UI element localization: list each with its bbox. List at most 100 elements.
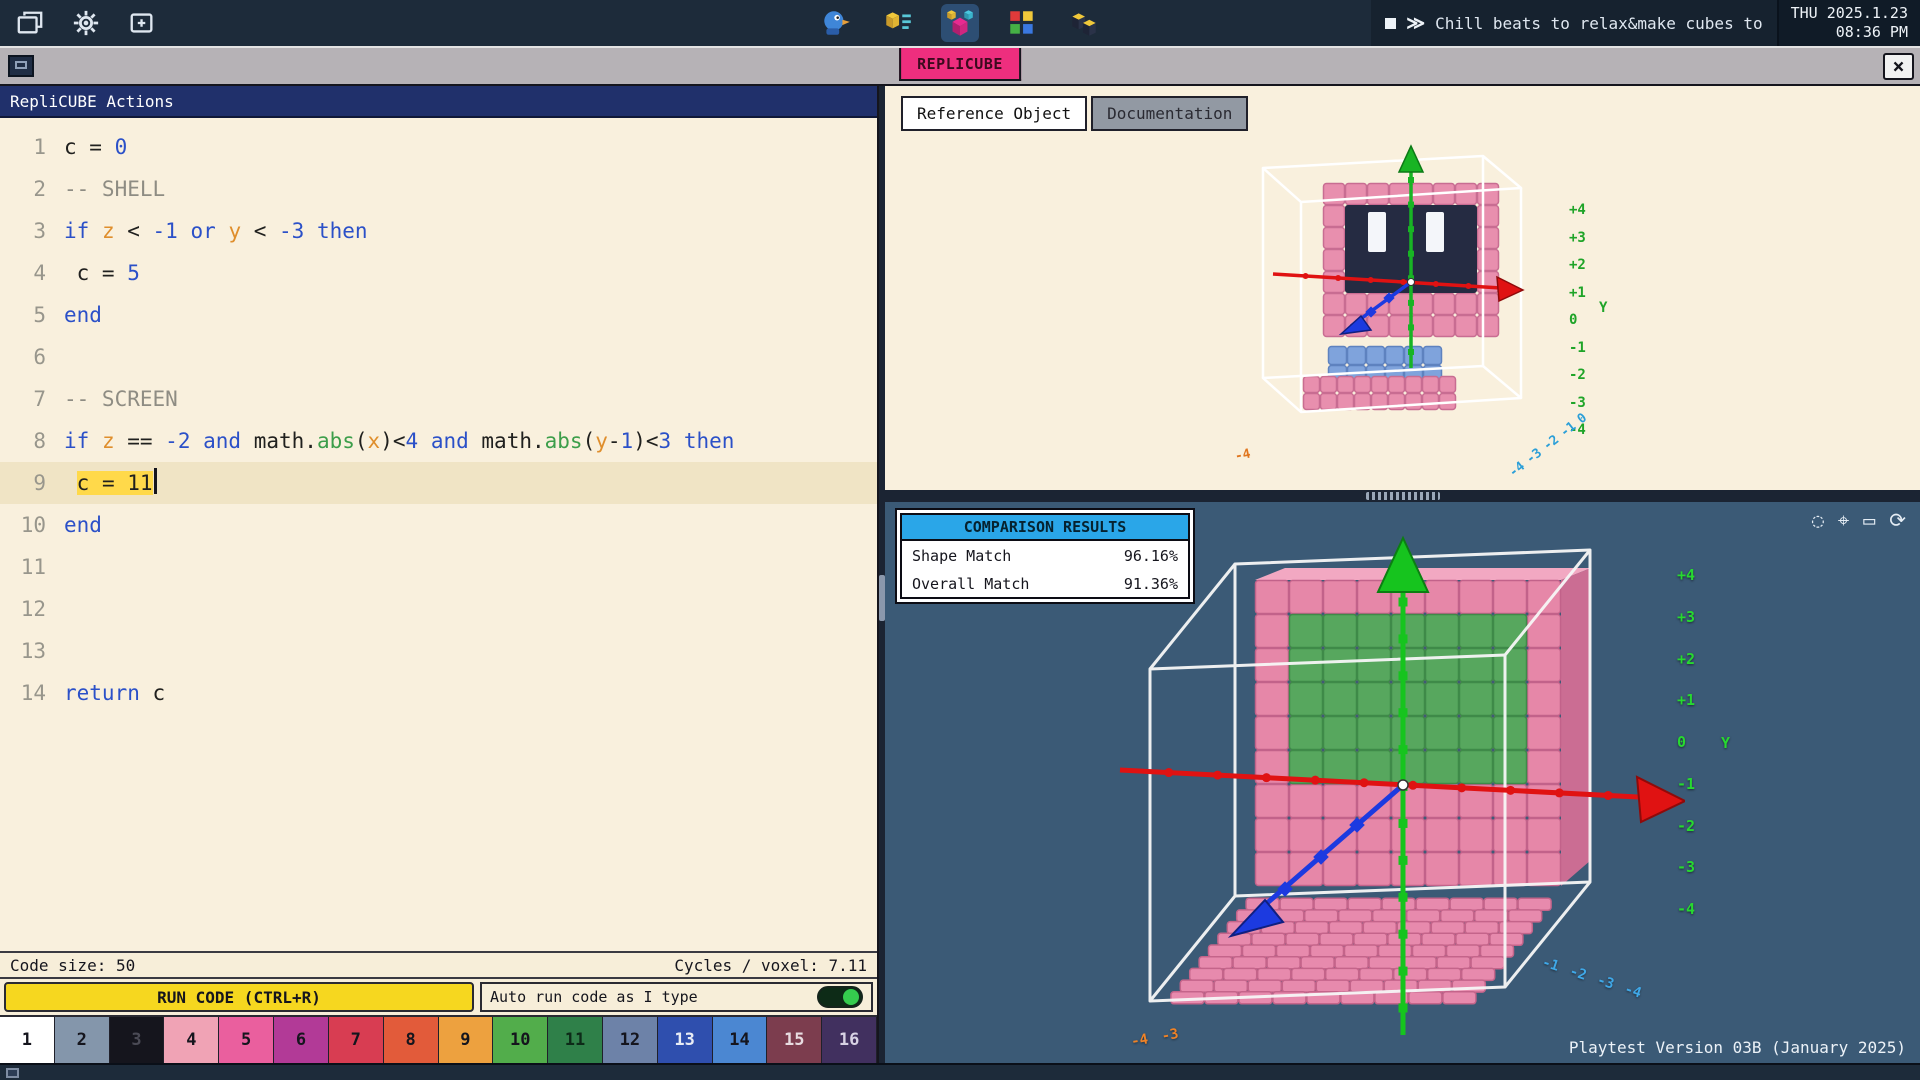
axis-tick: +1	[1569, 285, 1586, 301]
palette-color-9[interactable]: 9	[439, 1017, 494, 1063]
right-column: Reference ObjectDocumentation	[885, 86, 1920, 1063]
line-number: 7	[0, 378, 46, 420]
comparison-row: Overall Match 91.36%	[902, 569, 1188, 597]
code-line[interactable]: 1 c = 0	[0, 126, 877, 168]
code-line[interactable]: 7 -- SCREEN	[0, 378, 877, 420]
code-text: end	[64, 504, 102, 546]
splitter-grip[interactable]	[1366, 492, 1440, 500]
palette-color-10[interactable]: 10	[493, 1017, 548, 1063]
code-line[interactable]: 14return c	[0, 672, 877, 714]
x-axis-ticks: -4	[1234, 447, 1252, 465]
line-number: 1	[0, 126, 46, 168]
color-palette: 12345678910111213141516	[0, 1015, 877, 1063]
current-level-icon[interactable]	[941, 4, 979, 42]
new-window-icon[interactable]	[126, 7, 158, 39]
palette-color-11[interactable]: 11	[548, 1017, 603, 1063]
axis-tick: -4	[1130, 1031, 1149, 1050]
tab-reference-object[interactable]: Reference Object	[901, 96, 1087, 131]
skip-icon[interactable]: ≫	[1406, 13, 1425, 34]
multiplayer-cubes-icon[interactable]	[1065, 4, 1103, 42]
tab-documentation[interactable]: Documentation	[1091, 96, 1248, 131]
reference-3d-view[interactable]	[1203, 138, 1583, 483]
code-line[interactable]: 6	[0, 336, 877, 378]
code-text: c = 0	[64, 126, 127, 168]
comparison-value: 91.36%	[1124, 575, 1178, 593]
code-line[interactable]: 10end	[0, 504, 877, 546]
version-label: Playtest Version 03B (January 2025)	[1569, 1038, 1906, 1057]
palette-grid-icon[interactable]	[1003, 4, 1041, 42]
palette-color-1[interactable]: 1	[0, 1017, 55, 1063]
editor-footer: Code size: 50 Cycles / voxel: 7.11	[0, 951, 877, 979]
run-code-button[interactable]: RUN CODE (CTRL+R)	[4, 982, 474, 1012]
stop-icon[interactable]	[1385, 18, 1396, 29]
code-line[interactable]: 11	[0, 546, 877, 588]
line-number: 13	[0, 630, 46, 672]
palette-color-6[interactable]: 6	[274, 1017, 329, 1063]
axis-tick: +2	[1569, 257, 1586, 273]
code-line[interactable]: 8if z == -2 and math.abs(x)<4 and math.a…	[0, 420, 877, 462]
palette-color-16[interactable]: 16	[822, 1017, 877, 1063]
comparison-label: Overall Match	[912, 575, 1029, 593]
palette-color-12[interactable]: 12	[603, 1017, 658, 1063]
code-text: c = 5	[64, 252, 140, 294]
rotate-view-icon[interactable]: ⟳	[1889, 508, 1906, 532]
window-menu-icon[interactable]	[8, 55, 34, 77]
line-number: 5	[0, 294, 46, 336]
code-line[interactable]: 5 end	[0, 294, 877, 336]
comparison-value: 96.16%	[1124, 547, 1178, 565]
app-tab-replicube[interactable]: REPLICUBE	[899, 48, 1021, 81]
comparison-row: Shape Match96.16%	[902, 541, 1188, 569]
code-editor[interactable]: 1 c = 02-- SHELL3if z < -1 or y < -3 then…	[0, 118, 877, 951]
clock: THU 2025.1.23 08:36 PM	[1777, 0, 1920, 46]
mascot-icon[interactable]	[817, 4, 855, 42]
palette-color-13[interactable]: 13	[658, 1017, 713, 1063]
y-axis-ticks: +4+3+2+10-1-2-3-4	[1677, 566, 1695, 918]
run-row: RUN CODE (CTRL+R) Auto run code as I typ…	[0, 979, 877, 1015]
line-number: 11	[0, 546, 46, 588]
comparison-title: COMPARISON RESULTS	[902, 515, 1188, 541]
workspace-panel: COMPARISON RESULTS Shape Match96.16%Over…	[885, 502, 1920, 1063]
taskbar-window-icon[interactable]	[6, 1068, 19, 1078]
level-list-icon[interactable]	[879, 4, 917, 42]
palette-color-3[interactable]: 3	[110, 1017, 165, 1063]
code-line[interactable]: 9 c = 11	[0, 462, 877, 504]
code-size-label: Code size: 50	[10, 956, 135, 975]
code-line[interactable]: 4 c = 5	[0, 252, 877, 294]
code-text: c = 11	[64, 462, 157, 504]
dashed-circle-icon[interactable]: ◌	[1812, 508, 1824, 532]
axis-tick: 0	[1677, 733, 1695, 751]
code-text: -- SCREEN	[64, 378, 178, 420]
line-number: 12	[0, 588, 46, 630]
code-line[interactable]: 12	[0, 588, 877, 630]
axis-tick: +3	[1677, 608, 1695, 626]
frame-icon[interactable]: ▭	[1863, 508, 1875, 532]
autorun-toggle[interactable]	[817, 986, 863, 1008]
palette-color-8[interactable]: 8	[384, 1017, 439, 1063]
code-line[interactable]: 2-- SHELL	[0, 168, 877, 210]
line-number: 14	[0, 672, 46, 714]
horizontal-splitter[interactable]	[885, 490, 1920, 502]
axis-tick: +2	[1677, 650, 1695, 668]
replicube-app: ≫ Chill beats to relax&make cubes to THU…	[0, 0, 1920, 1080]
target-icon[interactable]: ⌖	[1838, 508, 1849, 532]
line-number: 6	[0, 336, 46, 378]
palette-color-15[interactable]: 15	[767, 1017, 822, 1063]
code-text: end	[64, 294, 102, 336]
axis-tick: -2	[1677, 817, 1695, 835]
code-line[interactable]: 3if z < -1 or y < -3 then	[0, 210, 877, 252]
topbar-left-buttons	[14, 7, 158, 39]
toggle-knob	[843, 989, 859, 1005]
window-icon[interactable]	[14, 7, 46, 39]
line-number: 8	[0, 420, 46, 462]
palette-color-2[interactable]: 2	[55, 1017, 110, 1063]
close-icon[interactable]: ×	[1883, 53, 1914, 80]
autorun-box: Auto run code as I type	[480, 982, 873, 1012]
palette-color-7[interactable]: 7	[329, 1017, 384, 1063]
taskbar	[0, 1063, 1920, 1080]
palette-color-4[interactable]: 4	[164, 1017, 219, 1063]
settings-gear-icon[interactable]	[70, 7, 102, 39]
window-titlebar: REPLICUBE ×	[0, 46, 1920, 86]
code-line[interactable]: 13	[0, 630, 877, 672]
palette-color-5[interactable]: 5	[219, 1017, 274, 1063]
palette-color-14[interactable]: 14	[713, 1017, 768, 1063]
